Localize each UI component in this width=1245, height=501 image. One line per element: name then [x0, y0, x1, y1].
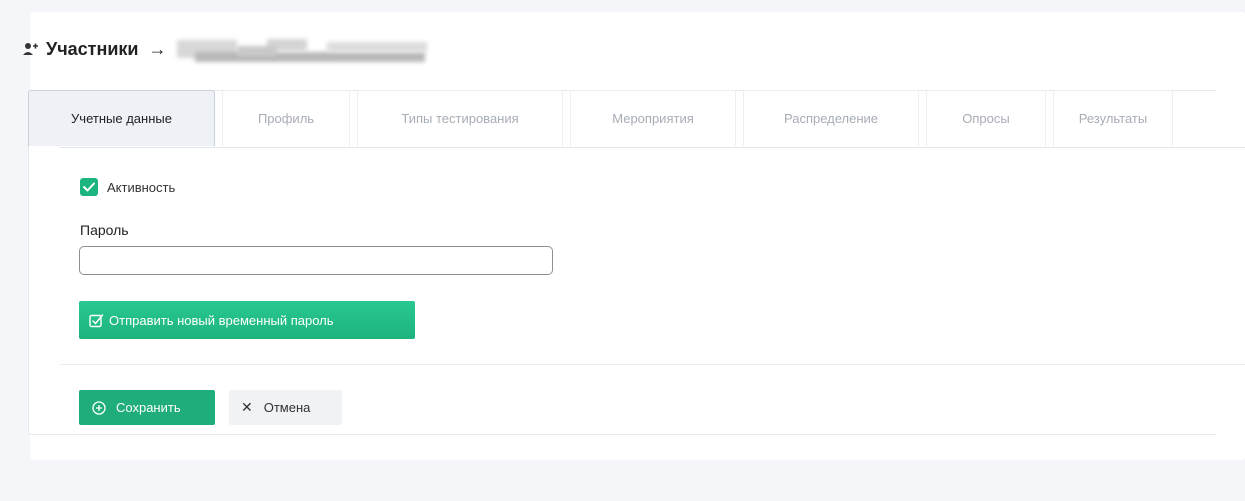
send-temp-password-label: Отправить новый временный пароль	[109, 312, 334, 328]
tab-results[interactable]: Результаты	[1053, 90, 1173, 146]
tab-profile[interactable]: Профиль	[222, 90, 350, 146]
plus-circle-icon	[92, 400, 106, 415]
tabs-divider	[60, 147, 1245, 148]
tab-events[interactable]: Мероприятия	[570, 90, 736, 146]
send-temp-password-button[interactable]: Отправить новый временный пароль	[79, 301, 415, 339]
tab-distribution[interactable]: Распределение	[743, 90, 919, 146]
page-title[interactable]: Участники	[46, 39, 139, 60]
save-label: Сохранить	[116, 400, 181, 415]
form-divider	[60, 364, 1245, 365]
tab-testing-types[interactable]: Типы тестирования	[357, 90, 563, 146]
active-checkbox[interactable]	[80, 178, 98, 196]
password-label: Пароль	[80, 222, 129, 238]
active-checkbox-row[interactable]: Активность	[80, 178, 175, 196]
user-icon	[22, 41, 40, 57]
cancel-label: Отмена	[263, 400, 311, 415]
cancel-button[interactable]: ✕ Отмена	[229, 390, 342, 425]
participant-name-redacted	[176, 36, 429, 62]
page-header: Участники →	[22, 36, 429, 62]
check-icon	[83, 182, 95, 192]
active-checkbox-label: Активность	[107, 179, 176, 195]
save-button[interactable]: Сохранить	[79, 390, 215, 425]
tab-bar: Учетные данные Профиль Типы тестирования…	[28, 90, 1180, 148]
tab-surveys[interactable]: Опросы	[926, 90, 1046, 146]
breadcrumb-arrow: →	[148, 38, 167, 59]
password-field[interactable]	[79, 246, 553, 275]
tab-credentials[interactable]: Учетные данные	[28, 90, 215, 146]
close-icon: ✕	[241, 399, 253, 415]
edit-square-icon	[89, 313, 104, 328]
